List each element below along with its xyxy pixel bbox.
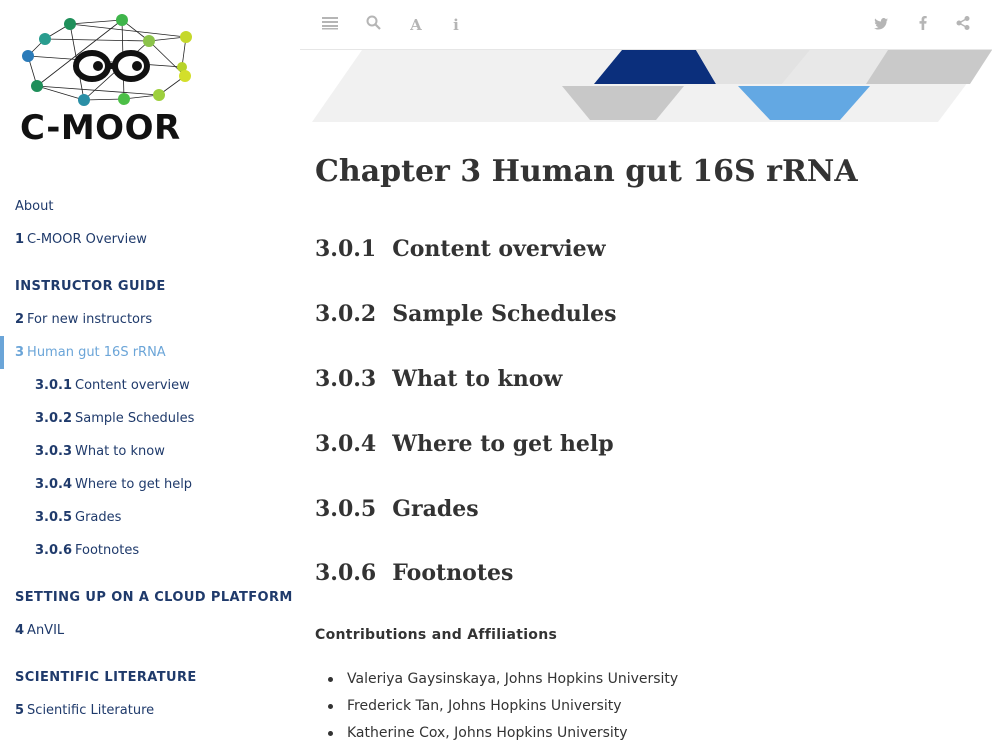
toc-subitem-where-to-get-help[interactable]: 3.0.4 Where to get help: [0, 468, 300, 501]
section-heading: 3.0.2 Sample Schedules: [315, 301, 616, 327]
toc-subitem-content-overview[interactable]: 3.0.1 Content overview: [0, 369, 300, 402]
book-toolbar: A i: [300, 0, 992, 50]
section-number: 3.0.1: [315, 236, 377, 262]
chapter-title: Chapter 3 Human gut 16S rRNA: [315, 154, 858, 189]
toc-label: AnVIL: [27, 623, 65, 638]
section-number: 3.0.6: [315, 560, 377, 586]
toc-number: 2: [15, 312, 25, 327]
toc-part-scientific-literature: SCIENTIFIC LITERATURE: [15, 670, 197, 685]
toc-subitem-grades[interactable]: 3.0.5 Grades: [0, 501, 300, 534]
section-number: 3.0.3: [315, 366, 377, 392]
section-heading: 3.0.4 Where to get help: [315, 431, 614, 457]
section-title: Footnotes: [392, 560, 514, 586]
toc-label: Where to get help: [75, 477, 193, 492]
section-title: Where to get help: [392, 431, 614, 457]
list-item: Frederick Tan, Johns Hopkins University: [327, 693, 678, 720]
toc-number: 3.0.6: [35, 543, 73, 558]
list-item: Valeriya Gaysinskaya, Johns Hopkins Univ…: [327, 666, 678, 693]
toc-label: Scientific Literature: [27, 703, 155, 718]
toc-label: About: [15, 199, 54, 214]
toc-number: 3.0.4: [35, 477, 73, 492]
toc-number: 3.0.2: [35, 411, 73, 426]
toc-number: 3.0.5: [35, 510, 73, 525]
toc-label: C-MOOR Overview: [27, 232, 147, 247]
c-moor-logo[interactable]: C-MOOR: [18, 12, 204, 152]
toc-number: 3.0.1: [35, 378, 73, 393]
toc-part-instructor-guide: INSTRUCTOR GUIDE: [15, 279, 166, 294]
toc-number: 5: [15, 703, 25, 718]
table-of-contents: About 1 C-MOOR Overview INSTRUCTOR GUIDE …: [0, 190, 300, 727]
toc-subitem-footnotes[interactable]: 3.0.6 Footnotes: [0, 534, 300, 567]
section-title: Grades: [392, 496, 479, 522]
section-number: 3.0.4: [315, 431, 377, 457]
section-number: 3.0.2: [315, 301, 377, 327]
toc-subitem-sample-schedules[interactable]: 3.0.2 Sample Schedules: [0, 402, 300, 435]
share-icon[interactable]: [952, 14, 974, 36]
section-title: Sample Schedules: [392, 301, 617, 327]
section-heading: 3.0.6 Footnotes: [315, 560, 513, 586]
section-heading: 3.0.3 What to know: [315, 366, 562, 392]
toc-item-human-gut-16s-active[interactable]: 3 Human gut 16S rRNA: [0, 336, 300, 369]
network-logo-graphic: [22, 14, 192, 106]
toc-label: Sample Schedules: [75, 411, 195, 426]
toc-part-cloud-platform: SETTING UP ON A CLOUD PLATFORM: [15, 590, 293, 605]
contributors-list: Valeriya Gaysinskaya, Johns Hopkins Univ…: [327, 666, 678, 744]
toc-label: Human gut 16S rRNA: [27, 345, 166, 360]
toc-label: For new instructors: [27, 312, 153, 327]
toc-number: 1: [15, 232, 25, 247]
section-heading: 3.0.5 Grades: [315, 496, 479, 522]
info-icon[interactable]: i: [445, 14, 467, 36]
toc-item-about[interactable]: About: [0, 190, 300, 223]
toc-item-c-moor-overview[interactable]: 1 C-MOOR Overview: [0, 223, 300, 256]
list-item: Katherine Cox, Johns Hopkins University: [327, 720, 678, 744]
toc-label: Content overview: [75, 378, 190, 393]
section-heading: 3.0.1 Content overview: [315, 236, 606, 262]
toc-item-anvil[interactable]: 4 AnVIL: [0, 614, 300, 647]
toc-number: 3.0.3: [35, 444, 73, 459]
sidebar: C-MOOR About 1 C-MOOR Overview INSTRUCTOR…: [0, 0, 300, 744]
toc-item-for-new-instructors[interactable]: 2 For new instructors: [0, 303, 300, 336]
toc-subitem-what-to-know[interactable]: 3.0.3 What to know: [0, 435, 300, 468]
search-icon[interactable]: [362, 14, 384, 36]
section-title: Content overview: [392, 236, 606, 262]
toc-label: Grades: [75, 510, 122, 525]
toc-number: 4: [15, 623, 25, 638]
toggle-sidebar-icon[interactable]: [319, 14, 341, 36]
logo-text: C-MOOR: [20, 108, 181, 148]
toc-item-scientific-literature[interactable]: 5 Scientific Literature: [0, 694, 300, 727]
toc-number: 3: [15, 345, 25, 360]
header-banner-graphic: [300, 50, 992, 124]
section-number: 3.0.5: [315, 496, 377, 522]
facebook-icon[interactable]: [912, 14, 934, 36]
twitter-icon[interactable]: [870, 14, 892, 36]
toc-label: What to know: [75, 444, 165, 459]
contributions-heading: Contributions and Affiliations: [315, 627, 558, 643]
toc-label: Footnotes: [75, 543, 140, 558]
section-title: What to know: [392, 366, 563, 392]
font-settings-icon[interactable]: A: [405, 14, 427, 36]
